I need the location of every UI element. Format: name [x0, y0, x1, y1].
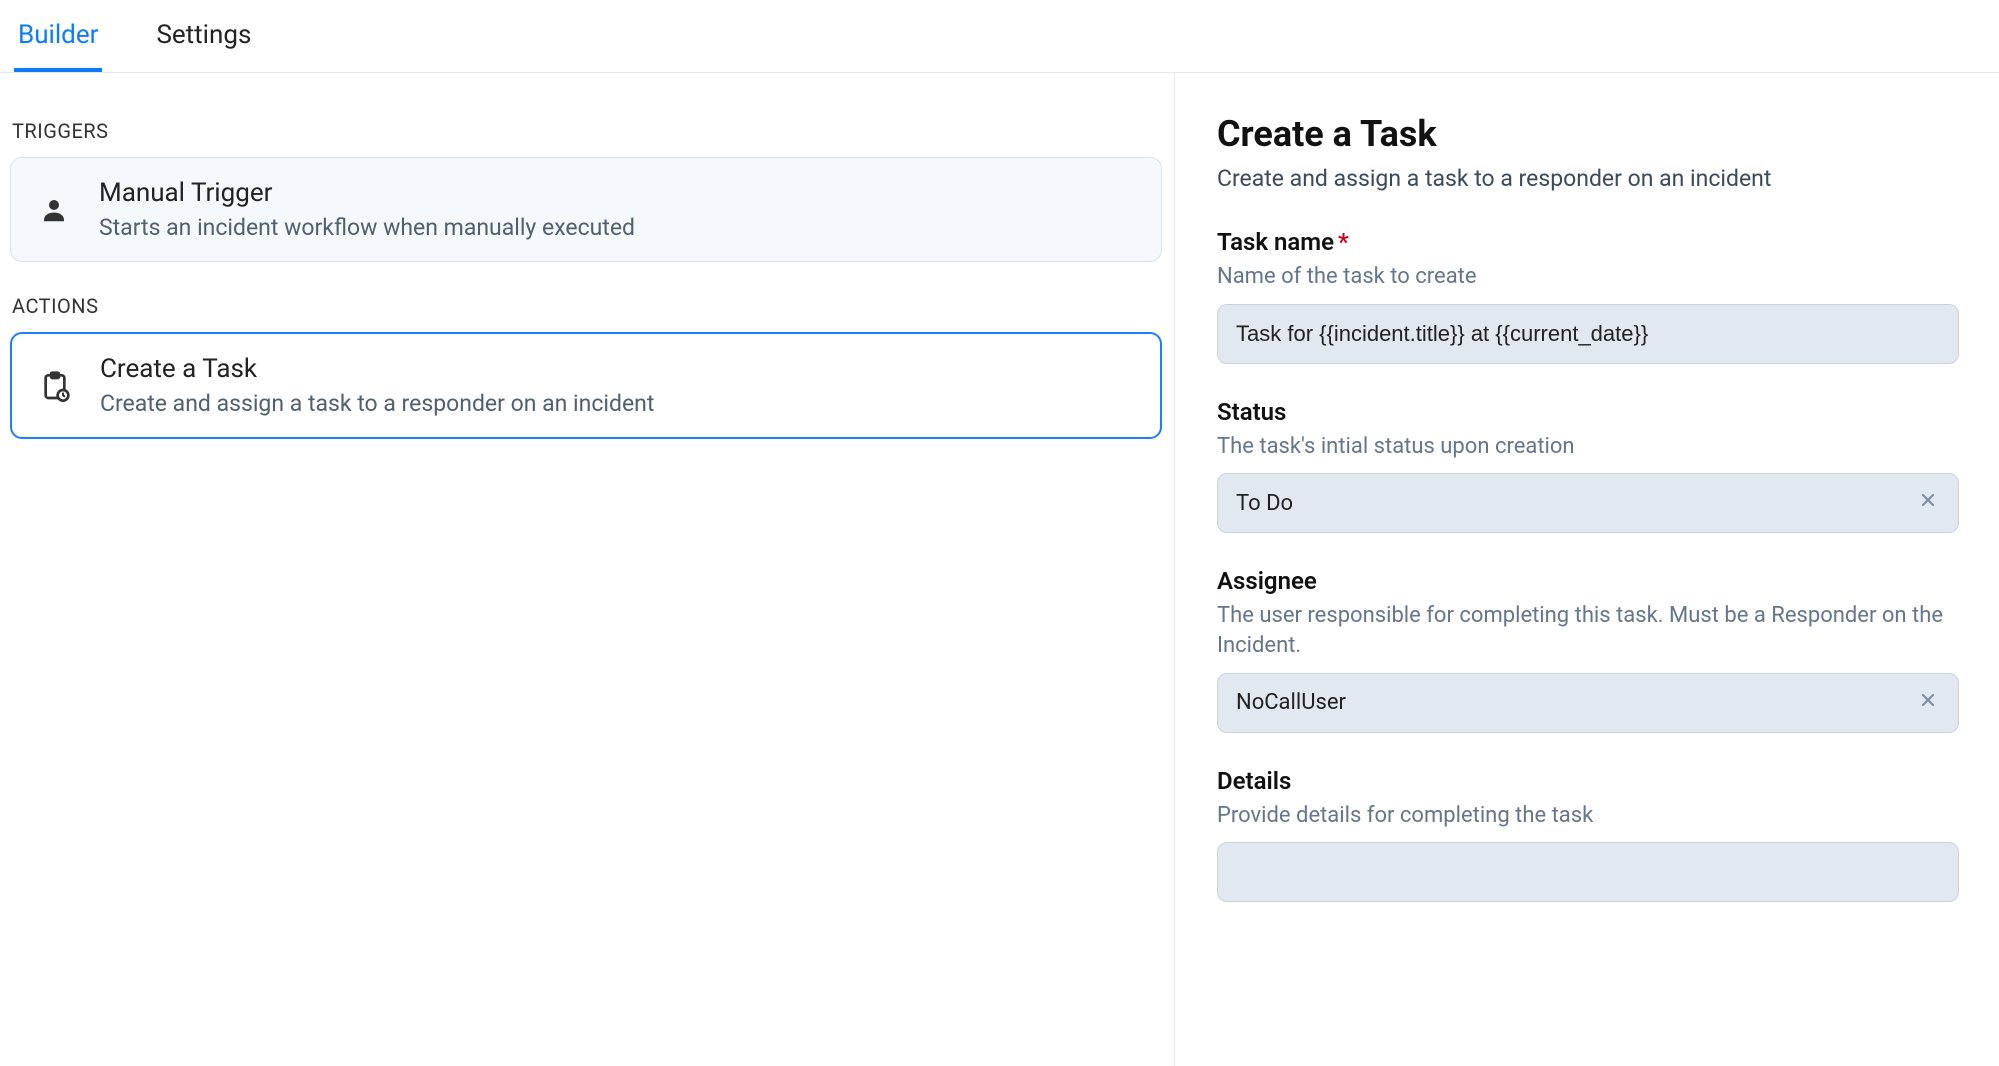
assignee-clear-icon[interactable] — [1916, 690, 1940, 716]
field-assignee: Assignee The user responsible for comple… — [1217, 567, 1959, 732]
assignee-label: Assignee — [1217, 567, 1959, 595]
assignee-select[interactable]: NoCallUser — [1217, 673, 1959, 733]
details-label: Details — [1217, 767, 1959, 795]
task-name-input[interactable] — [1236, 321, 1940, 347]
trigger-title: Manual Trigger — [99, 178, 635, 208]
trigger-sub: Starts an incident workflow when manuall… — [99, 214, 635, 241]
action-sub: Create and assign a task to a responder … — [100, 390, 654, 417]
task-name-label-text: Task name — [1217, 228, 1334, 256]
status-value: To Do — [1236, 491, 1293, 516]
status-select[interactable]: To Do — [1217, 473, 1959, 533]
workflow-steps: TRIGGERS Manual Trigger Starts an incide… — [0, 73, 1175, 1066]
assignee-help: The user responsible for completing this… — [1217, 601, 1959, 660]
details-input[interactable] — [1217, 842, 1959, 902]
status-label: Status — [1217, 398, 1959, 426]
tab-builder[interactable]: Builder — [14, 8, 102, 72]
trigger-card[interactable]: Manual Trigger Starts an incident workfl… — [10, 157, 1162, 262]
field-status: Status The task's intial status upon cre… — [1217, 398, 1959, 534]
required-asterisk: * — [1338, 228, 1349, 256]
panel-title: Create a Task — [1217, 113, 1959, 155]
clipboard-clock-icon — [38, 370, 72, 402]
config-panel: Create a Task Create and assign a task t… — [1175, 73, 1999, 1066]
task-name-input-wrap — [1217, 304, 1959, 364]
triggers-label: TRIGGERS — [12, 119, 1162, 143]
panel-sub: Create and assign a task to a responder … — [1217, 165, 1959, 192]
status-clear-icon[interactable] — [1916, 490, 1940, 516]
action-title: Create a Task — [100, 354, 654, 384]
task-name-label: Task name* — [1217, 228, 1959, 256]
tab-settings[interactable]: Settings — [152, 8, 255, 72]
status-help: The task's intial status upon creation — [1217, 432, 1959, 462]
action-card-create-task[interactable]: Create a Task Create and assign a task t… — [10, 332, 1162, 439]
field-details: Details Provide details for completing t… — [1217, 767, 1959, 903]
field-task-name: Task name* Name of the task to create — [1217, 228, 1959, 364]
assignee-value: NoCallUser — [1236, 690, 1346, 715]
tabs: Builder Settings — [0, 0, 1999, 73]
actions-label: ACTIONS — [12, 294, 1162, 318]
person-icon — [37, 195, 71, 225]
details-help: Provide details for completing the task — [1217, 801, 1959, 831]
task-name-help: Name of the task to create — [1217, 262, 1959, 292]
